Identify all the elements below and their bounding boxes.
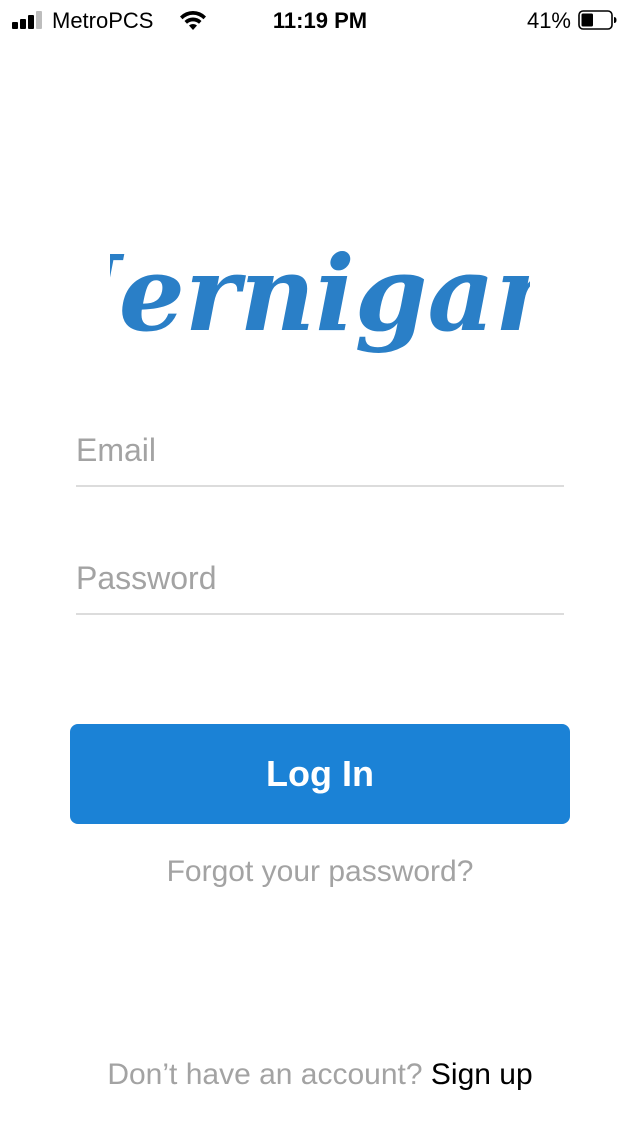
password-field-container	[76, 541, 564, 615]
app-logo: Jernigan	[0, 218, 640, 378]
forgot-password-link[interactable]: Forgot your password?	[0, 855, 640, 889]
login-button[interactable]: Log In	[70, 724, 570, 824]
password-input[interactable]	[76, 560, 564, 597]
signup-row: Don’t have an account? Sign up	[0, 1058, 640, 1092]
email-input[interactable]	[76, 432, 564, 469]
logo-wordmark: Jernigan	[110, 232, 530, 355]
jernigan-logo: Jernigan	[110, 232, 530, 355]
signup-link[interactable]: Sign up	[431, 1058, 533, 1091]
login-screen: MetroPCS 11:19 PM 41% Jernigan Log In Fo…	[0, 0, 640, 1136]
battery-percentage: 41%	[526, 8, 571, 33]
signup-prompt: Don’t have an account?	[107, 1058, 423, 1091]
status-bar: MetroPCS 11:19 PM 41%	[0, 0, 640, 40]
email-field-container	[76, 413, 564, 487]
battery-icon	[578, 10, 617, 30]
